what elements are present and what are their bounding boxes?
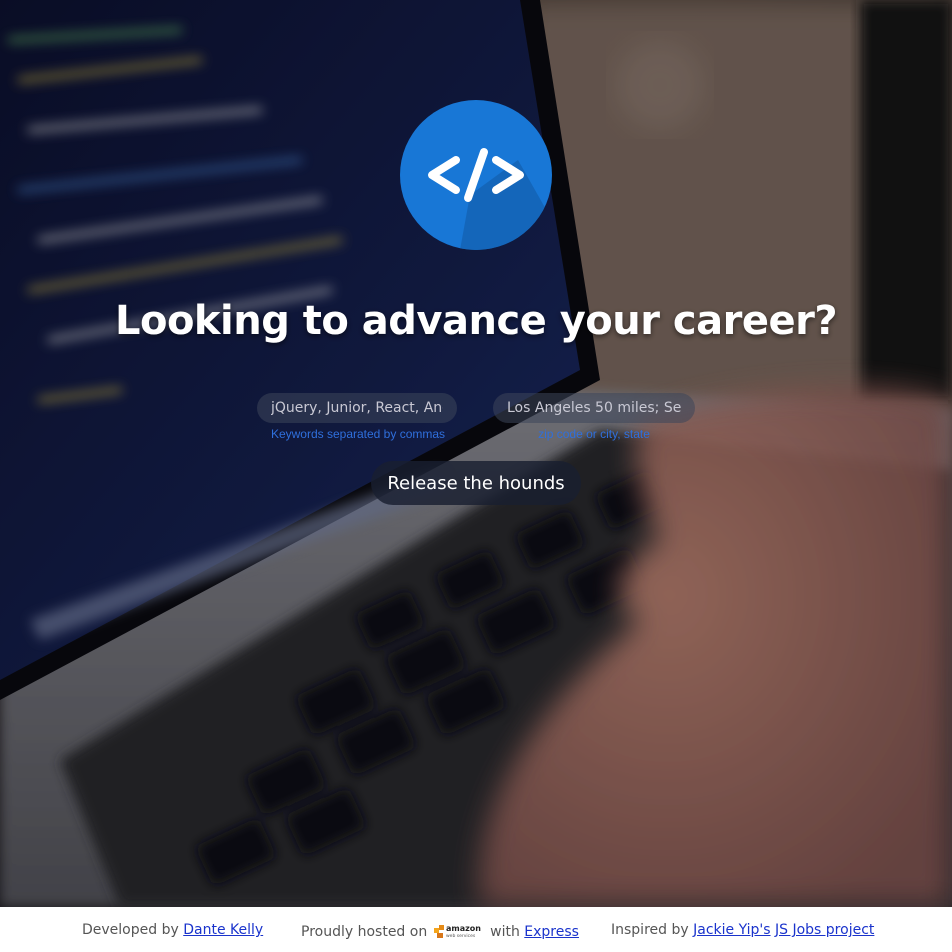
express-link[interactable]: Express <box>524 924 579 940</box>
svg-text:amazon: amazon <box>446 924 481 933</box>
inspired-prefix: Inspired by <box>611 922 689 938</box>
jackie-yip-link[interactable]: Jackie Yip's <box>693 922 770 938</box>
location-hint: zip code or city, state <box>538 427 650 441</box>
hero-section: Looking to advance your career? Keywords… <box>0 0 952 907</box>
footer: Developed by Dante Kelly Proudly hosted … <box>0 907 952 952</box>
footer-hosted: Proudly hosted on amazon web services wi… <box>301 922 579 940</box>
js-jobs-project-link[interactable]: JS Jobs project <box>775 922 874 938</box>
footer-inspired: Inspired by Jackie Yip's JS Jobs project <box>611 922 874 938</box>
page-title: Looking to advance your career? <box>114 298 838 344</box>
footer-developed: Developed by Dante Kelly <box>82 922 263 938</box>
developed-prefix: Developed by <box>82 922 179 938</box>
release-the-hounds-button[interactable]: Release the hounds <box>371 461 581 505</box>
location-input[interactable] <box>493 393 695 423</box>
logo <box>400 100 552 250</box>
svg-text:web services: web services <box>446 933 476 939</box>
keywords-hint: Keywords separated by commas <box>270 427 446 441</box>
developer-link[interactable]: Dante Kelly <box>183 922 263 938</box>
code-brackets-icon <box>428 148 552 250</box>
hosted-with: with <box>490 924 520 940</box>
aws-logo: amazon web services <box>433 924 481 939</box>
keywords-input[interactable] <box>257 393 457 423</box>
hosted-prefix: Proudly hosted on <box>301 924 428 940</box>
